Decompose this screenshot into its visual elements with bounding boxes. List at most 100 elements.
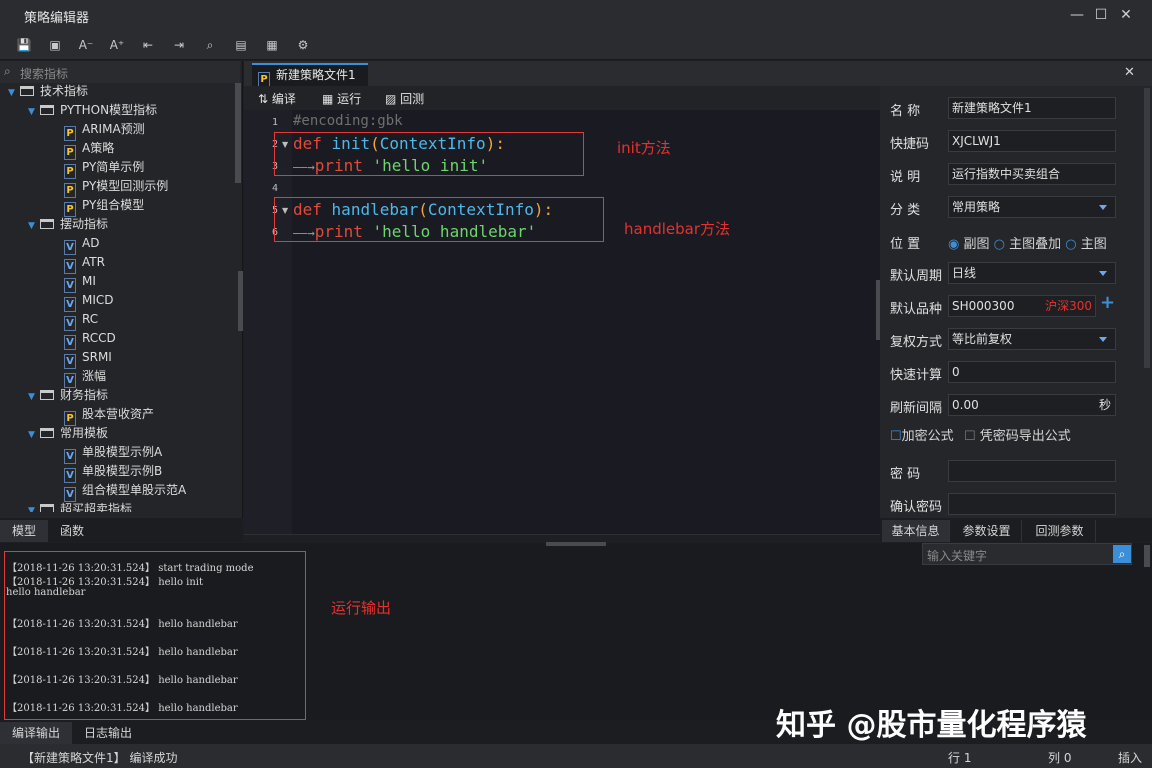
expand-icon[interactable]: ▼: [28, 502, 40, 512]
tab-model[interactable]: 模型: [0, 520, 48, 542]
handlebar-highlight-box: [274, 197, 604, 242]
folder-icon: [40, 105, 54, 115]
left-splitter-handle[interactable]: [238, 271, 243, 331]
code-editor[interactable]: 1 2 3 4 5 6 ▼ ▼ #encoding:gbk def init(C…: [244, 110, 881, 535]
settings-icon[interactable]: ⚙: [293, 36, 313, 54]
tree-folder[interactable]: ▼ 摆动指标: [28, 215, 108, 234]
expand-icon[interactable]: ▼: [28, 388, 40, 407]
tab-backtest-params[interactable]: 回测参数: [1024, 520, 1096, 542]
folder-icon: [40, 428, 54, 438]
tree-item[interactable]: V RC: [64, 310, 98, 331]
encrypt-checkbox[interactable]: ☐加密公式: [890, 425, 954, 444]
find-icon[interactable]: ⌕: [200, 36, 220, 54]
tree-folder[interactable]: ▼ 常用模板: [28, 424, 108, 443]
tree-item[interactable]: P PY模型回测示例: [64, 177, 168, 198]
radio-icon[interactable]: ○: [1065, 237, 1076, 252]
file-tab-label: 新建策略文件1: [276, 68, 356, 82]
tree-item[interactable]: P A策略: [64, 139, 114, 160]
radio-selected-icon[interactable]: ◉: [948, 237, 959, 252]
save-all-icon[interactable]: ▣: [45, 36, 65, 54]
close-button[interactable]: ✕: [1114, 4, 1138, 26]
file-tab[interactable]: P 新建策略文件1: [252, 63, 368, 87]
desc-field[interactable]: 运行指数中买卖组合: [948, 163, 1116, 185]
compile-button[interactable]: ⇅ 编译: [258, 90, 296, 107]
tab-compile-output[interactable]: 编译输出: [0, 722, 72, 744]
tree-folder[interactable]: ▼ PYTHON模型指标: [28, 101, 157, 120]
symbol-field[interactable]: SH000300 沪深300: [948, 295, 1096, 317]
tab-basic-info[interactable]: 基本信息: [882, 520, 950, 542]
tree-folder[interactable]: ▼ 财务指标: [28, 386, 108, 405]
tree-folder[interactable]: ▼ 超买超卖指标: [28, 500, 132, 512]
refresh-field[interactable]: 0.00 秒: [948, 394, 1116, 416]
close-tab-icon[interactable]: ✕: [1124, 65, 1135, 80]
tree-item[interactable]: V MICD: [64, 291, 114, 312]
doc-list-icon[interactable]: ▦: [262, 36, 282, 54]
position-radio-group: ◉ 副图 ○ 主图叠加 ○ 主图: [948, 233, 1107, 252]
radio-subchart[interactable]: 副图: [963, 237, 989, 252]
tab-functions[interactable]: 函数: [48, 520, 96, 542]
name-field[interactable]: 新建策略文件1: [948, 97, 1116, 119]
shortcut-field[interactable]: XJCLWJ1: [948, 130, 1116, 152]
doc-icon[interactable]: ▤: [231, 36, 251, 54]
run-button[interactable]: ▦ 运行: [322, 90, 361, 107]
tree-item[interactable]: V RCCD: [64, 329, 116, 350]
desc-label: 说 明: [890, 170, 921, 185]
search-input[interactable]: 搜索指标: [20, 65, 68, 82]
tab-params[interactable]: 参数设置: [952, 520, 1022, 542]
save-icon[interactable]: 💾: [14, 36, 34, 54]
export-icon[interactable]: ⇥: [169, 36, 189, 54]
period-select[interactable]: 日线: [948, 262, 1116, 284]
position-label: 位 置: [890, 237, 921, 252]
tree-item[interactable]: P ARIMA预测: [64, 120, 145, 141]
props-scrollbar[interactable]: [1144, 88, 1150, 368]
tree-item[interactable]: V ATR: [64, 253, 105, 274]
fastcalc-field[interactable]: 0: [948, 361, 1116, 383]
encrypt-label: 加密公式: [901, 429, 954, 444]
tree-item[interactable]: V AD: [64, 234, 99, 255]
radio-icon[interactable]: ○: [994, 237, 1005, 252]
export-checkbox[interactable]: ☐ 凭密码导出公式: [964, 425, 1071, 444]
init-highlight-box: [274, 132, 584, 176]
font-increase-icon[interactable]: A⁺: [107, 36, 127, 54]
tree-folder[interactable]: ▼ 技术指标: [8, 82, 88, 101]
category-select[interactable]: 常用策略: [948, 196, 1116, 218]
tree-label: 财务指标: [60, 388, 109, 402]
tree-item[interactable]: V 单股模型示例B: [64, 462, 162, 483]
tree-item[interactable]: V 涨幅: [64, 367, 106, 388]
expand-icon[interactable]: ▼: [8, 84, 20, 103]
tree-item[interactable]: P 股本营收资产: [64, 405, 154, 426]
output-search[interactable]: 输入关键字 ⌕: [922, 543, 1132, 565]
expand-icon[interactable]: ▼: [28, 103, 40, 122]
maximize-button[interactable]: ☐: [1089, 4, 1113, 26]
backtest-icon: ▨: [385, 92, 397, 106]
output-search-input[interactable]: 输入关键字: [927, 547, 987, 564]
tab-log-output[interactable]: 日志输出: [74, 722, 142, 744]
tree-item[interactable]: V 单股模型示例A: [64, 443, 162, 464]
search-icon[interactable]: ⌕: [1113, 545, 1131, 563]
expand-icon[interactable]: ▼: [28, 217, 40, 236]
import-icon[interactable]: ⇤: [138, 36, 158, 54]
adjust-select[interactable]: 等比前复权: [948, 328, 1116, 350]
output-highlight-box: [4, 551, 306, 720]
editor-toolbar: ⇅ 编译 ▦ 运行 ▨ 回测: [244, 86, 880, 110]
backtest-button[interactable]: ▨ 回测: [385, 90, 424, 107]
password-field[interactable]: [948, 460, 1116, 482]
tree-scrollbar[interactable]: [235, 83, 241, 183]
minimize-button[interactable]: —: [1065, 4, 1089, 26]
tree-label: MI: [82, 274, 96, 288]
tree-item[interactable]: P PY组合模型: [64, 196, 144, 217]
output-scrollbar[interactable]: [1144, 545, 1150, 567]
bottom-splitter-handle[interactable]: [546, 542, 606, 546]
tree-item[interactable]: V SRMI: [64, 348, 112, 369]
editor-tabbar: P 新建策略文件1 ✕: [244, 61, 1152, 87]
radio-overlay[interactable]: 主图叠加: [1009, 237, 1061, 252]
indicator-search[interactable]: ⌕ 搜索指标: [0, 61, 240, 83]
expand-icon[interactable]: ▼: [28, 426, 40, 445]
tree-item[interactable]: P PY简单示例: [64, 158, 144, 179]
confirm-password-field[interactable]: [948, 493, 1116, 515]
tree-item[interactable]: V 组合模型单股示范A: [64, 481, 186, 502]
tree-item[interactable]: V MI: [64, 272, 96, 293]
font-decrease-icon[interactable]: A⁻: [76, 36, 96, 54]
radio-mainchart[interactable]: 主图: [1081, 237, 1107, 252]
add-symbol-icon[interactable]: +: [1100, 292, 1115, 313]
